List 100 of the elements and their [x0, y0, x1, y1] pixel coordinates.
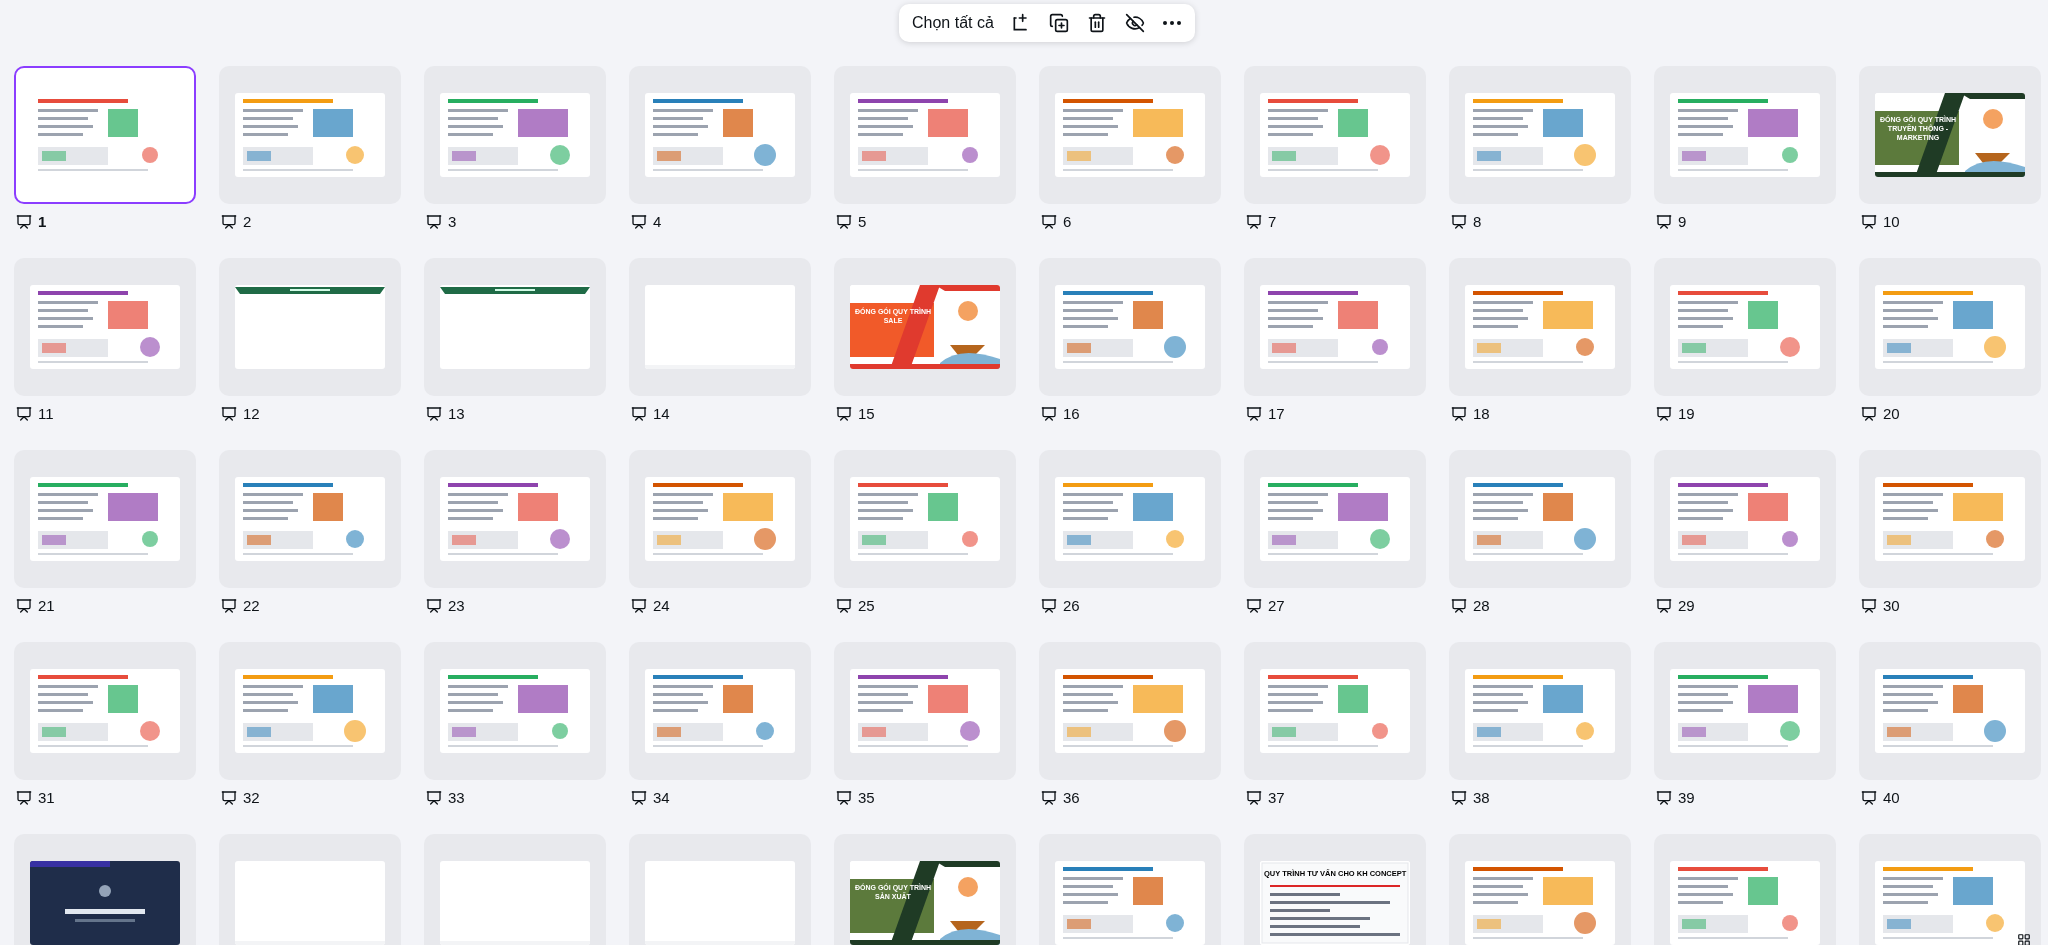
slide-number: 24 [653, 596, 670, 616]
presentation-icon [221, 790, 237, 807]
slide-thumbnail[interactable] [14, 450, 196, 588]
slide-thumbnail[interactable] [629, 66, 811, 204]
slide-number: 31 [38, 788, 55, 808]
slide-thumbnail[interactable] [14, 66, 196, 204]
slide-thumbnail[interactable] [219, 258, 401, 396]
presentation-icon [221, 406, 237, 423]
slide-number: 37 [1268, 788, 1285, 808]
slide-number: 6 [1063, 212, 1072, 232]
presentation-icon [16, 790, 32, 807]
slide-number: 33 [448, 788, 465, 808]
presentation-icon [16, 406, 32, 423]
slide-number: 2 [243, 212, 252, 232]
slide-number: 3 [448, 212, 457, 232]
slide-thumbnail[interactable] [14, 834, 196, 945]
slide-number: 10 [1883, 212, 1900, 232]
slide-thumbnail[interactable] [1039, 450, 1221, 588]
presentation-icon [1451, 790, 1467, 807]
slide-thumbnail[interactable] [424, 66, 606, 204]
slide-number: 40 [1883, 788, 1900, 808]
presentation-icon [1246, 406, 1262, 423]
slide-number: 32 [243, 788, 260, 808]
slide-number: 27 [1268, 596, 1285, 616]
slide-number: 1 [38, 212, 47, 232]
slide-number: 14 [653, 404, 670, 424]
slide-thumbnail[interactable] [1449, 642, 1631, 780]
slide-thumbnail[interactable] [14, 642, 196, 780]
presentation-icon [836, 790, 852, 807]
slide-number: 20 [1883, 404, 1900, 424]
slide-number: 35 [858, 788, 875, 808]
slide-number: 9 [1678, 212, 1687, 232]
select-all-button[interactable]: Chọn tất cả [911, 11, 995, 35]
slide-thumbnail[interactable] [1039, 834, 1221, 945]
slide-thumbnail[interactable] [1449, 258, 1631, 396]
presentation-icon [426, 790, 442, 807]
slide-number: 11 [38, 404, 54, 424]
slide-thumbnail[interactable] [834, 66, 1016, 204]
slide-thumbnail[interactable] [424, 258, 606, 396]
slide-number: 5 [858, 212, 867, 232]
slide-thumbnail[interactable] [219, 642, 401, 780]
slide-thumbnail[interactable] [1654, 642, 1836, 780]
presentation-icon [631, 214, 647, 231]
slide-thumbnail[interactable] [1244, 258, 1426, 396]
slide-thumbnail[interactable] [629, 642, 811, 780]
slide-number: 7 [1268, 212, 1277, 232]
slide-thumbnail[interactable] [1654, 66, 1836, 204]
slide-thumbnail[interactable] [1654, 834, 1836, 945]
slide-thumbnail[interactable] [219, 66, 401, 204]
presentation-icon [1656, 406, 1672, 423]
slide-thumbnail[interactable] [1859, 450, 2041, 588]
slide-thumbnail[interactable] [1244, 450, 1426, 588]
slide-thumbnail[interactable] [629, 450, 811, 588]
slide-thumbnail[interactable] [1654, 450, 1836, 588]
slide-thumbnail[interactable] [14, 258, 196, 396]
slide-number: 36 [1063, 788, 1080, 808]
slide-number: 39 [1678, 788, 1695, 808]
slide-number: 22 [243, 596, 260, 616]
slide-thumbnail[interactable] [1449, 834, 1631, 945]
slide-number: 30 [1883, 596, 1900, 616]
slide-thumbnail[interactable] [1039, 66, 1221, 204]
slide-number: 29 [1678, 596, 1695, 616]
presentation-icon [426, 406, 442, 423]
slide-thumbnail[interactable] [1654, 258, 1836, 396]
slide-thumbnail[interactable] [834, 450, 1016, 588]
slide-thumbnail[interactable] [1859, 834, 2041, 945]
slide-number: 4 [653, 212, 662, 232]
slide-thumbnail[interactable] [1244, 642, 1426, 780]
slide-thumbnail[interactable] [1859, 258, 2041, 396]
presentation-icon [1861, 406, 1877, 423]
slide-thumbnail[interactable] [1039, 258, 1221, 396]
presentation-icon [16, 214, 32, 231]
slide-thumbnail[interactable] [1244, 66, 1426, 204]
presentation-icon [16, 598, 32, 615]
slide-thumbnail[interactable] [424, 450, 606, 588]
presentation-icon [1656, 790, 1672, 807]
presentation-icon [426, 598, 442, 615]
grid-icon [2017, 933, 2031, 945]
presentation-icon [1656, 598, 1672, 615]
slide-number: 21 [38, 596, 55, 616]
slide-number: 38 [1473, 788, 1490, 808]
slide-number: 34 [653, 788, 670, 808]
presentation-icon [1246, 598, 1262, 615]
slide-thumbnail[interactable] [834, 642, 1016, 780]
presentation-icon [1451, 598, 1467, 615]
slide-thumbnail[interactable] [424, 642, 606, 780]
slide-number: 26 [1063, 596, 1080, 616]
trash-icon [1086, 13, 1107, 33]
slide-thumbnail[interactable] [1039, 642, 1221, 780]
slide-number: 17 [1268, 404, 1285, 424]
slide-number: 28 [1473, 596, 1490, 616]
presentation-icon [1656, 214, 1672, 231]
slide-number: 16 [1063, 404, 1080, 424]
presentation-icon [1861, 790, 1877, 807]
more-button[interactable] [1160, 19, 1183, 27]
slide-thumbnail[interactable] [219, 450, 401, 588]
slide-thumbnail[interactable] [1859, 642, 2041, 780]
slide-thumbnail[interactable] [1449, 66, 1631, 204]
presentation-icon [1246, 214, 1262, 231]
slide-thumbnail[interactable] [1449, 450, 1631, 588]
